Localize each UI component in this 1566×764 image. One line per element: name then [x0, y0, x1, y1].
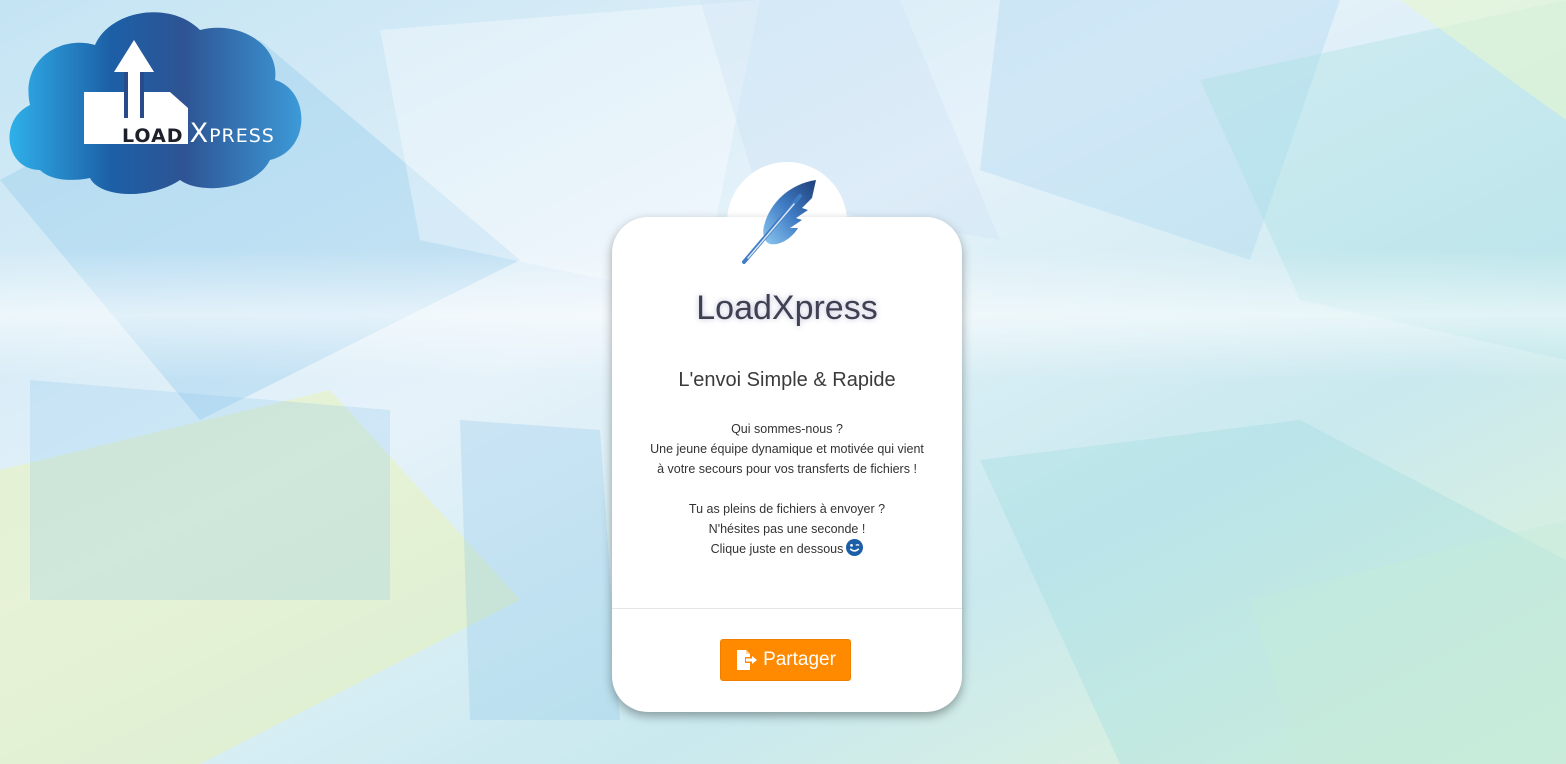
- intro-card: LoadXpress L'envoi Simple & Rapide Qui s…: [612, 162, 962, 712]
- description-line: Tu as pleins de fichiers à envoyer ?: [688, 502, 886, 516]
- logo-word-load: LOAD: [122, 125, 184, 147]
- logo-word-x: X: [189, 118, 210, 149]
- share-button[interactable]: Partager: [720, 639, 851, 681]
- card-description: Qui sommes-nous ? Une jeune équipe dynam…: [612, 419, 962, 559]
- feather-icon: [742, 180, 816, 264]
- card-body: LoadXpress L'envoi Simple & Rapide Qui s…: [612, 217, 962, 712]
- card-divider: [612, 608, 962, 609]
- cloud-upload-logo-icon: [9, 12, 302, 195]
- description-line: N'hésites pas une seconde !: [708, 522, 866, 536]
- logo-wordmark: LOAD XPRESS: [122, 118, 275, 149]
- file-export-icon: [737, 650, 758, 670]
- description-line: Une jeune équipe dynamique et motivée qu…: [650, 442, 924, 456]
- description-line-with-smiley: Clique juste en dessous: [612, 539, 962, 559]
- card-subtitle: L'envoi Simple & Rapide: [678, 369, 896, 391]
- wink-smiley-icon: [846, 539, 864, 556]
- logo-word-press: PRESS: [209, 125, 275, 147]
- description-line: à votre secours pour vos transferts de f…: [657, 462, 917, 476]
- description-line: Qui sommes-nous ?: [731, 422, 843, 436]
- share-button-label: Partager: [763, 649, 836, 670]
- loadxpress-logo[interactable]: LOAD XPRESS: [0, 0, 310, 200]
- description-spacer: [612, 479, 962, 499]
- card-title: LoadXpress: [696, 289, 878, 327]
- description-line: Clique juste en dessous: [710, 542, 844, 556]
